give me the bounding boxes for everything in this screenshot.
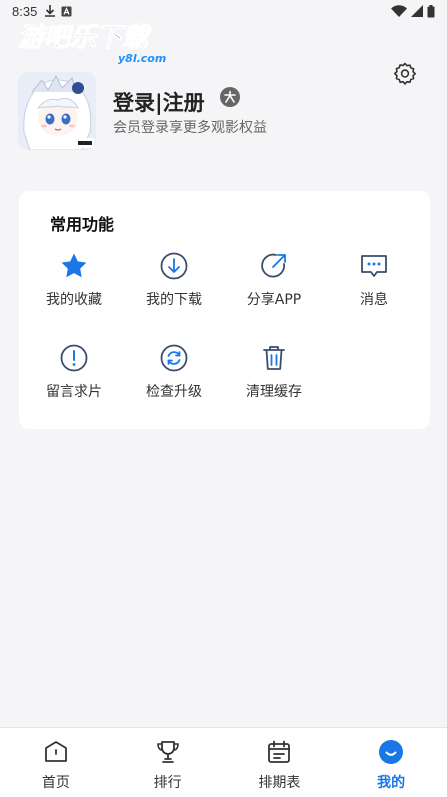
messages-button[interactable]: 消息 xyxy=(324,251,424,311)
notification-a-icon xyxy=(61,6,72,16)
favorites-label: 我的收藏 xyxy=(46,292,102,308)
favorites-button[interactable]: 我的收藏 xyxy=(24,251,124,311)
vip-badge-icon xyxy=(220,87,240,107)
status-time: 8:35 xyxy=(12,3,38,19)
avatar[interactable] xyxy=(18,72,96,150)
download-status-icon xyxy=(45,5,56,17)
tab-ranking[interactable]: 排行 xyxy=(112,728,224,797)
request-movie-button[interactable]: 留言求片 xyxy=(24,343,124,403)
calendar-icon xyxy=(268,740,291,763)
login-register-link[interactable]: 登录|注册 xyxy=(113,87,205,117)
home-icon xyxy=(44,741,67,762)
brand-domain: y8l.com xyxy=(118,52,166,65)
tab-home[interactable]: 首页 xyxy=(0,728,112,797)
tab-schedule-label: 排期表 xyxy=(258,775,301,791)
battery-icon xyxy=(427,4,435,17)
trophy-icon xyxy=(156,741,179,763)
downloads-label: 我的下载 xyxy=(146,292,202,308)
trash-icon xyxy=(263,346,285,370)
gear-icon xyxy=(394,62,416,85)
login-subtitle: 会员登录享更多观影权益 xyxy=(113,120,267,136)
brand-name: 游吧乐下载 xyxy=(18,23,152,53)
tab-mine[interactable]: 我的 xyxy=(335,728,447,797)
tab-schedule[interactable]: 排期表 xyxy=(224,728,336,797)
brand-logo: 游吧乐下载 y8l.com xyxy=(18,23,166,66)
avatar-illustration xyxy=(18,72,96,150)
share-app-label: 分享APP xyxy=(246,292,302,308)
share-icon xyxy=(261,253,286,278)
star-icon xyxy=(61,253,87,278)
downloads-button[interactable]: 我的下载 xyxy=(124,251,224,311)
exclamation-icon xyxy=(60,344,88,372)
tab-home-label: 首页 xyxy=(41,775,70,791)
refresh-icon xyxy=(160,344,188,372)
message-icon xyxy=(361,255,387,277)
settings-button[interactable] xyxy=(390,58,420,88)
download-icon xyxy=(160,252,188,280)
check-update-button[interactable]: 检查升级 xyxy=(124,343,224,403)
tab-mine-label: 我的 xyxy=(377,775,406,791)
request-movie-label: 留言求片 xyxy=(46,384,102,400)
wifi-icon xyxy=(391,5,407,17)
smile-icon xyxy=(379,740,404,764)
messages-label: 消息 xyxy=(360,292,388,308)
share-app-button[interactable]: 分享APP xyxy=(224,251,324,311)
clear-cache-button[interactable]: 清理缓存 xyxy=(224,343,324,403)
common-functions-card: 常用功能 我的收藏 我的下载 分享APP 消息 留言求片 检查升级 清理缓存 xyxy=(19,191,430,429)
tab-ranking-label: 排行 xyxy=(153,775,182,791)
card-title: 常用功能 xyxy=(50,215,115,234)
clear-cache-label: 清理缓存 xyxy=(246,384,302,400)
signal-icon xyxy=(411,5,423,17)
check-update-label: 检查升级 xyxy=(146,384,202,400)
bottom-tab-bar: 首页 排行 排期表 我的 xyxy=(0,727,447,797)
